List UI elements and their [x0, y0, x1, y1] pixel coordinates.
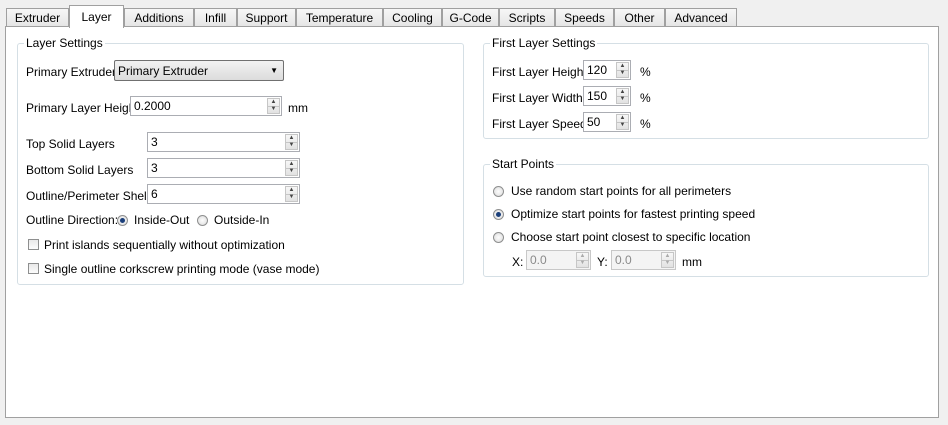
spin-buttons[interactable]: ▲ ▼: [616, 114, 629, 130]
start-points-group: Start Points Use random start points for…: [483, 157, 929, 277]
outside-in-radio[interactable]: [197, 215, 208, 226]
tab-layer[interactable]: Layer: [69, 5, 124, 28]
closest-start-radio[interactable]: [493, 232, 504, 243]
x-coordinate-input[interactable]: 0.0 ▲ ▼: [526, 250, 591, 270]
spin-buttons[interactable]: ▲ ▼: [267, 98, 280, 114]
tab-additions[interactable]: Additions: [124, 8, 194, 27]
layer-settings-title: Layer Settings: [24, 36, 105, 50]
y-coordinate-label: Y:: [597, 255, 608, 269]
spin-down-icon[interactable]: ▼: [617, 122, 628, 129]
vase-mode-checkbox[interactable]: [28, 263, 39, 274]
print-islands-checkbox[interactable]: [28, 239, 39, 250]
chevron-down-icon: ▼: [270, 66, 278, 75]
top-solid-layers-value: 3: [151, 135, 158, 149]
spin-buttons[interactable]: ▲ ▼: [616, 88, 629, 104]
spin-buttons[interactable]: ▲ ▼: [285, 160, 298, 176]
inside-out-label[interactable]: Inside-Out: [134, 213, 189, 227]
settings-panel: Layer Settings Primary Extruder Primary …: [5, 26, 939, 418]
closest-start-label[interactable]: Choose start point closest to specific l…: [511, 230, 750, 244]
first-layer-height-value: 120: [587, 63, 608, 77]
spin-down-icon[interactable]: ▼: [286, 194, 297, 201]
outside-in-label[interactable]: Outside-In: [214, 213, 269, 227]
first-layer-width-value: 150: [587, 89, 608, 103]
first-layer-height-unit: %: [640, 65, 651, 79]
spin-buttons[interactable]: ▲ ▼: [285, 134, 298, 150]
layer-settings-group: Layer Settings Primary Extruder Primary …: [17, 36, 464, 285]
primary-extruder-select[interactable]: Primary Extruder ▼: [114, 60, 284, 81]
inside-out-radio[interactable]: [117, 215, 128, 226]
first-layer-speed-input[interactable]: 50 ▲ ▼: [583, 112, 631, 132]
first-layer-height-input[interactable]: 120 ▲ ▼: [583, 60, 631, 80]
tab-cooling[interactable]: Cooling: [383, 8, 442, 27]
print-islands-label[interactable]: Print islands sequentially without optim…: [44, 238, 285, 252]
spin-down-icon[interactable]: ▼: [617, 96, 628, 103]
spin-buttons[interactable]: ▲ ▼: [576, 252, 589, 268]
tab-scripts[interactable]: Scripts: [499, 8, 555, 27]
outline-direction-label: Outline Direction:: [26, 213, 119, 227]
optimize-start-label[interactable]: Optimize start points for fastest printi…: [511, 207, 755, 221]
first-layer-width-label: First Layer Width: [492, 91, 583, 105]
primary-layer-height-label: Primary Layer Height: [26, 101, 139, 115]
first-layer-width-unit: %: [640, 91, 651, 105]
first-layer-speed-label: First Layer Speed: [492, 117, 587, 131]
spin-down-icon[interactable]: ▼: [577, 260, 588, 267]
perimeter-shells-label: Outline/Perimeter Shells: [26, 189, 156, 203]
spin-down-icon[interactable]: ▼: [286, 142, 297, 149]
first-layer-height-label: First Layer Height: [492, 65, 587, 79]
tab-gcode[interactable]: G-Code: [442, 8, 499, 27]
primary-extruder-value: Primary Extruder: [118, 64, 209, 78]
spin-down-icon[interactable]: ▼: [268, 106, 279, 113]
tab-temperature[interactable]: Temperature: [296, 8, 383, 27]
x-coordinate-label: X:: [512, 255, 524, 269]
y-coordinate-value: 0.0: [615, 253, 632, 267]
spin-down-icon[interactable]: ▼: [286, 168, 297, 175]
first-layer-speed-value: 50: [587, 115, 601, 129]
spin-buttons[interactable]: ▲ ▼: [285, 186, 298, 202]
bottom-solid-layers-label: Bottom Solid Layers: [26, 163, 134, 177]
perimeter-shells-input[interactable]: 6 ▲ ▼: [147, 184, 300, 204]
spin-buttons[interactable]: ▲ ▼: [616, 62, 629, 78]
first-layer-speed-unit: %: [640, 117, 651, 131]
random-start-label[interactable]: Use random start points for all perimete…: [511, 184, 731, 198]
first-layer-settings-title: First Layer Settings: [490, 36, 598, 50]
spin-buttons[interactable]: ▲ ▼: [661, 252, 674, 268]
first-layer-width-input[interactable]: 150 ▲ ▼: [583, 86, 631, 106]
primary-layer-height-value: 0.2000: [134, 99, 171, 113]
random-start-radio[interactable]: [493, 186, 504, 197]
bottom-solid-layers-input[interactable]: 3 ▲ ▼: [147, 158, 300, 178]
x-coordinate-value: 0.0: [530, 253, 547, 267]
first-layer-settings-group: First Layer Settings First Layer Height …: [483, 36, 929, 139]
primary-layer-height-input[interactable]: 0.2000 ▲ ▼: [130, 96, 282, 116]
coordinate-unit: mm: [682, 255, 702, 269]
tab-speeds[interactable]: Speeds: [555, 8, 614, 27]
perimeter-shells-value: 6: [151, 187, 158, 201]
spin-down-icon[interactable]: ▼: [662, 260, 673, 267]
layer-height-unit: mm: [288, 101, 308, 115]
top-solid-layers-label: Top Solid Layers: [26, 137, 115, 151]
tab-extruder[interactable]: Extruder: [6, 8, 69, 27]
vase-mode-label[interactable]: Single outline corkscrew printing mode (…: [44, 262, 319, 276]
tab-other[interactable]: Other: [614, 8, 665, 27]
bottom-solid-layers-value: 3: [151, 161, 158, 175]
y-coordinate-input[interactable]: 0.0 ▲ ▼: [611, 250, 676, 270]
tab-advanced[interactable]: Advanced: [665, 8, 737, 27]
tab-infill[interactable]: Infill: [194, 8, 237, 27]
start-points-title: Start Points: [490, 157, 557, 171]
top-solid-layers-input[interactable]: 3 ▲ ▼: [147, 132, 300, 152]
primary-extruder-label: Primary Extruder: [26, 65, 117, 79]
spin-down-icon[interactable]: ▼: [617, 70, 628, 77]
optimize-start-radio[interactable]: [493, 209, 504, 220]
tab-support[interactable]: Support: [237, 8, 296, 27]
